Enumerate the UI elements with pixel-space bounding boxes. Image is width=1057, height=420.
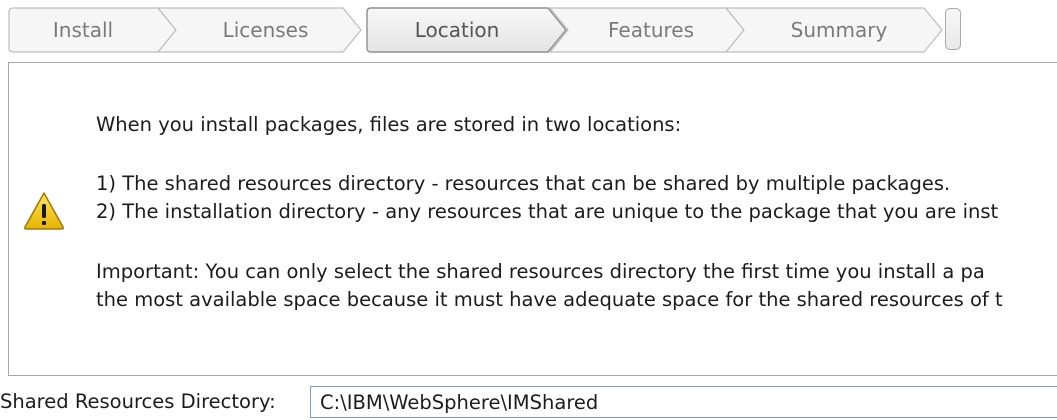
step-label: Licenses [222, 18, 309, 42]
info-important-line1: Important: You can only select the share… [96, 260, 985, 283]
step-label: Install [52, 18, 114, 42]
installation-manager-wizard: Install Licenses Location Features Summa… [0, 0, 1057, 420]
wizard-steps: Install Licenses Location Features Summa… [8, 6, 1057, 54]
step-location[interactable]: Location [366, 6, 568, 54]
warning-icon [23, 192, 65, 230]
step-features[interactable]: Features [548, 6, 746, 54]
shared-resources-directory-input[interactable] [310, 386, 1057, 418]
step-next-partial[interactable] [945, 8, 961, 50]
step-install[interactable]: Install [8, 6, 178, 54]
shared-resources-label: Shared Resources Directory: [0, 390, 276, 413]
info-panel: When you install packages, files are sto… [8, 62, 1057, 376]
info-intro: When you install packages, files are sto… [96, 113, 682, 136]
step-label: Location [414, 18, 500, 42]
step-licenses[interactable]: Licenses [156, 6, 363, 54]
info-item-installation: 2) The installation directory - any reso… [96, 200, 999, 223]
step-label: Features [608, 18, 694, 42]
step-label: Summary [790, 18, 888, 42]
step-summary[interactable]: Summary [724, 6, 944, 54]
info-item-shared: 1) The shared resources directory - reso… [96, 172, 951, 195]
info-important-line2: the most available space because it must… [96, 288, 1003, 311]
